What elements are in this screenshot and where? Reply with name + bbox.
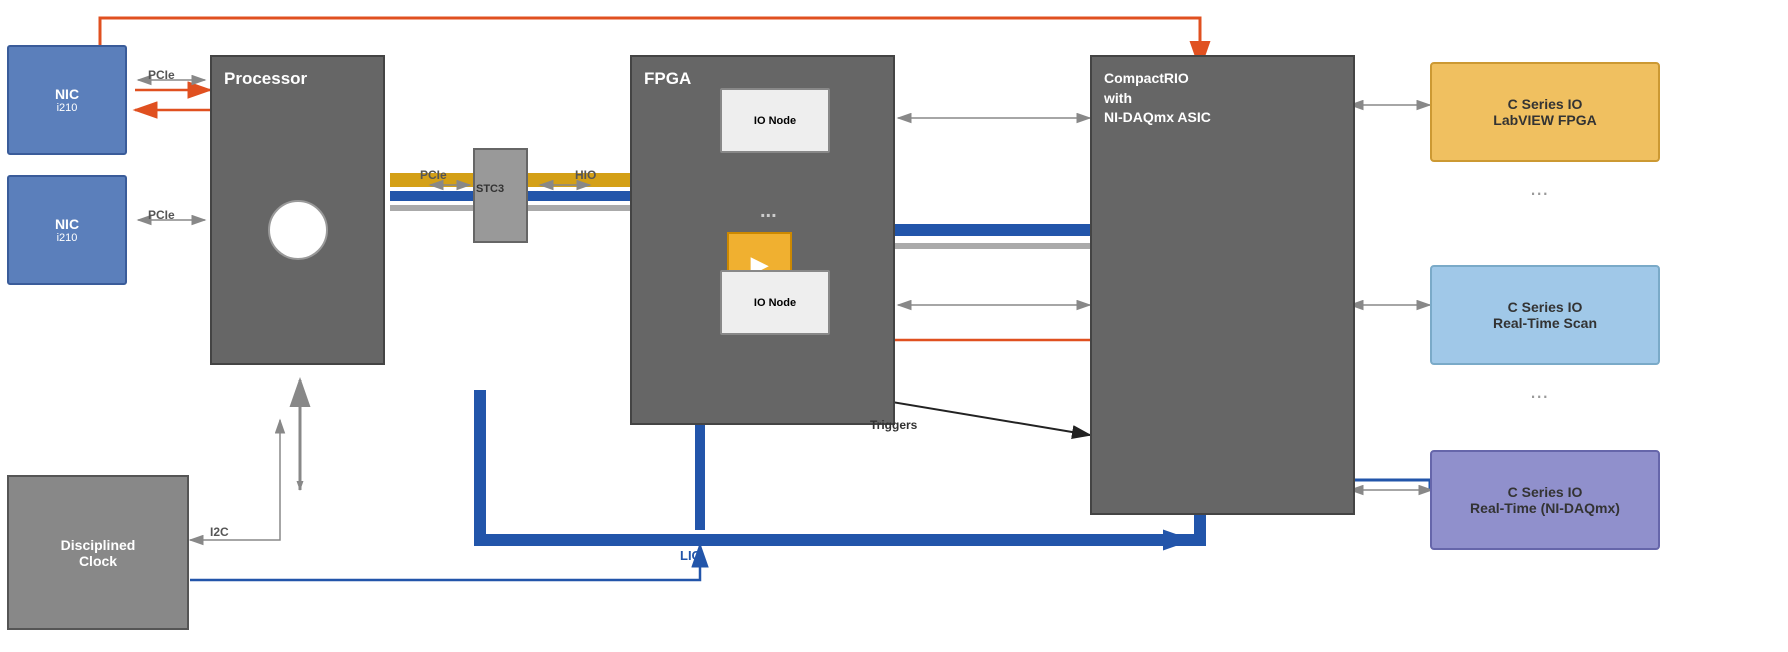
cseries-rt-daqmx-label: C Series IOReal-Time (NI-DAQmx) [1470,484,1620,516]
disciplined-clock-label: DisciplinedClock [61,537,136,569]
io-node1-box: IO Node [720,88,830,153]
cseries-fpga-box: C Series IOLabVIEW FPGA [1430,62,1660,162]
fpga-label: FPGA [644,69,691,89]
pcie-label-nic2: PCIe [148,208,175,222]
io-node2-label: IO Node [754,297,796,309]
nic1-box: NIC i210 [7,45,127,155]
nic1-label: NIC [55,86,79,102]
nic2-label: NIC [55,216,79,232]
triggers-label: Triggers [870,418,917,432]
hio-label: HIO [575,168,596,182]
processor-box: Processor ⏱ [210,55,385,365]
diagram-container: NIC i210 NIC i210 PCIe PCIe Processor ⏱ … [0,0,1788,652]
pcie-label-nic1: PCIe [148,68,175,82]
nic1-sublabel: i210 [57,102,78,114]
pcie-label-proc-stc3: PCIe [420,168,447,182]
processor-label: Processor [224,69,307,89]
cseries-rt-daqmx-box: C Series IOReal-Time (NI-DAQmx) [1430,450,1660,550]
cseries-rt-scan-label: C Series IOReal-Time Scan [1493,299,1597,331]
compactrio-box: CompactRIOwithNI-DAQmx ASIC [1090,55,1355,515]
nic2-box: NIC i210 [7,175,127,285]
dots-io-nodes: ... [760,200,777,223]
lio-label: LIO [680,548,702,563]
stopwatch-icon: ⏱ [268,200,328,260]
io-node2-box: IO Node [720,270,830,335]
i2c-label: I2C [210,525,229,539]
dots2: ... [1530,378,1548,404]
disciplined-clock-box: DisciplinedClock [7,475,189,630]
stc3-label: STC3 [476,183,504,195]
compactrio-label: CompactRIOwithNI-DAQmx ASIC [1104,69,1211,128]
dots1: ... [1530,175,1548,201]
nic2-sublabel: i210 [57,232,78,244]
cseries-fpga-label: C Series IOLabVIEW FPGA [1493,96,1596,128]
stc3-box [473,148,528,243]
io-node1-label: IO Node [754,115,796,127]
cseries-rt-scan-box: C Series IOReal-Time Scan [1430,265,1660,365]
